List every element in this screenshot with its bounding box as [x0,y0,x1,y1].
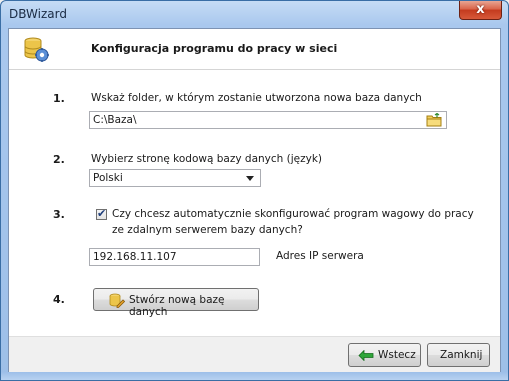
server-ip-value: 192.168.11.107 [93,251,177,263]
back-label: Wstecz [378,349,416,361]
dbwizard-window: DBWizard x Konfiguracja programu do prac… [0,0,509,381]
step-1-label: Wskaż folder, w którym zostanie utworzon… [91,92,422,104]
folder-path-value: C:\Baza\ [93,114,137,126]
auto-configure-checkbox[interactable]: ✔ [96,207,107,220]
close-button[interactable]: Zamknij [427,343,490,367]
server-ip-label: Adres IP serwera [276,250,364,262]
chevron-down-icon [246,176,254,181]
create-database-icon [109,293,125,308]
step-3-label-line2: ze zdalnym serwerem bazy danych? [112,224,303,236]
checkmark-icon: ✔ [97,207,107,220]
server-ip-field[interactable]: 192.168.11.107 [89,248,260,266]
window-bottom-frame [1,372,508,380]
codepage-select[interactable]: Polski [89,169,261,187]
step-3-label-line1: Czy chcesz automatycznie skonfigurować p… [112,208,474,220]
step-2-number: 2. [53,153,65,166]
step-2-label: Wybierz stronę kodową bazy danych (język… [91,153,323,165]
create-database-label: Stwórz nową bazę danych [129,294,225,318]
create-database-button[interactable]: Stwórz nową bazę danych [93,288,259,318]
back-button[interactable]: Wstecz [348,343,421,367]
folder-path-field[interactable]: C:\Baza\ [89,111,447,129]
wizard-footer: Wstecz Zamknij [9,336,500,373]
database-settings-icon [24,37,49,62]
wizard-header: Konfiguracja programu do pracy w sieci [9,29,500,70]
step-1-number: 1. [53,92,65,105]
step-3-number: 3. [53,208,65,221]
close-icon: x [476,2,485,17]
step-4-number: 4. [53,293,65,306]
browse-folder-icon[interactable] [426,113,442,127]
codepage-selected-value: Polski [93,172,123,184]
close-window-button[interactable]: x [459,1,502,20]
window-title: DBWizard [9,7,67,21]
close-label: Zamknij [440,349,483,361]
arrow-left-icon [358,350,374,361]
wizard-client-area: Konfiguracja programu do pracy w sieci 1… [8,28,501,374]
page-title: Konfiguracja programu do pracy w sieci [91,42,338,55]
title-bar[interactable]: DBWizard x [1,1,508,28]
